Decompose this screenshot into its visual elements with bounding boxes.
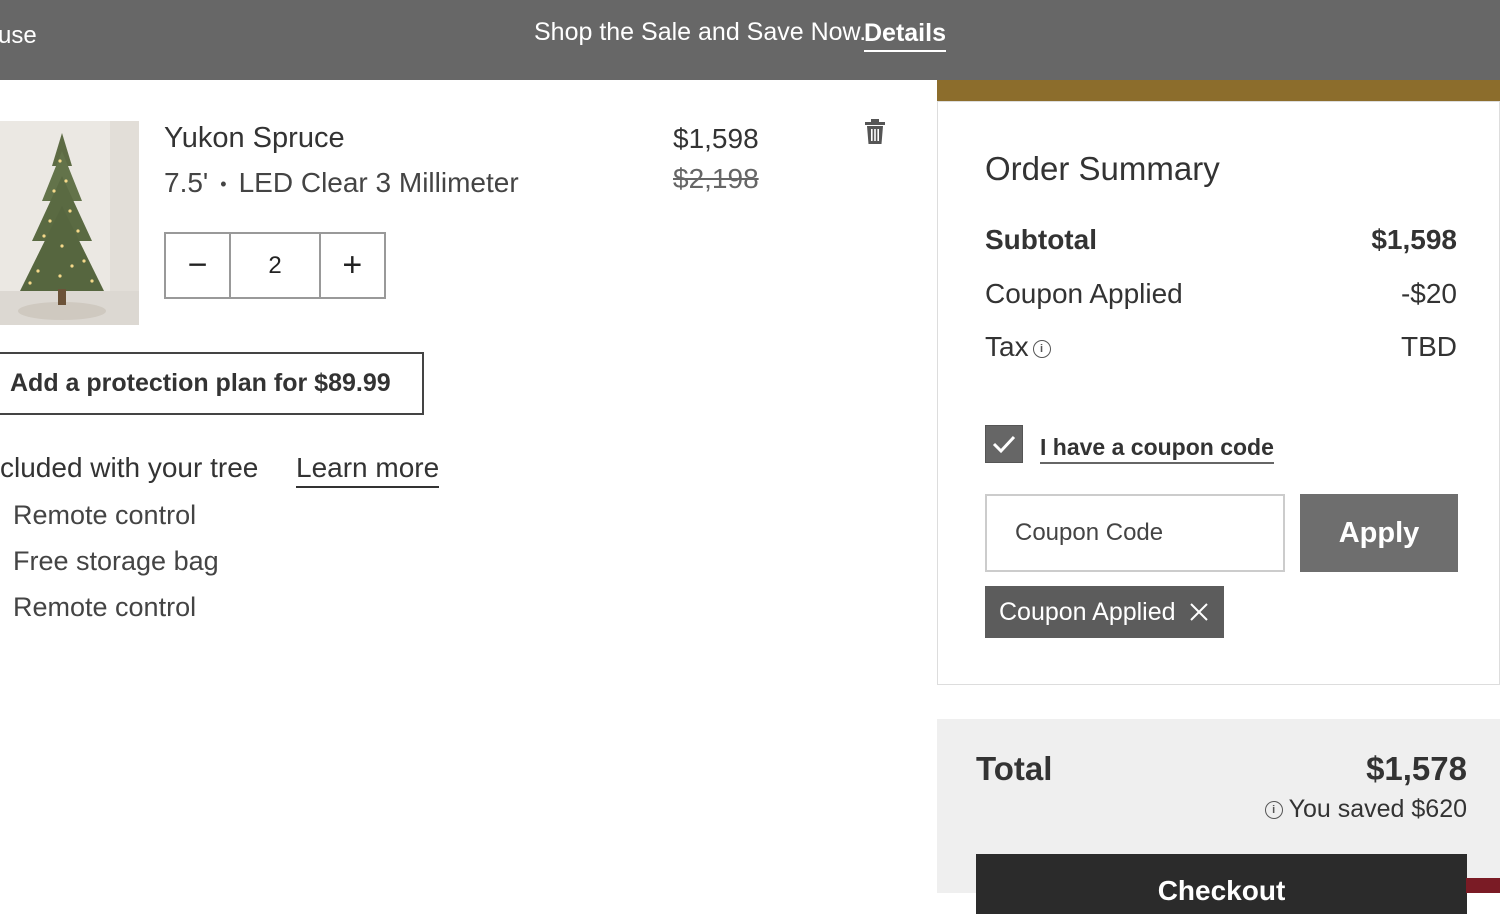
tax-value: TBD [1401, 331, 1457, 362]
promo-banner: use Shop the Sale and Save Now. Details [0, 0, 1500, 80]
list-item: Remote control [13, 500, 197, 530]
increment-button[interactable]: + [321, 234, 384, 297]
info-icon[interactable]: i [1264, 801, 1283, 820]
included-items-list: Remote control Free storage bag Remote c… [13, 497, 219, 635]
decrement-button[interactable]: − [166, 234, 229, 297]
order-summary-title: Order Summary [985, 150, 1220, 187]
promo-left-text[interactable]: use [0, 22, 37, 50]
coupon-code-input[interactable] [985, 494, 1285, 572]
list-item: Free storage bag [13, 546, 219, 576]
coupon-applied-chip: Coupon Applied [985, 586, 1224, 638]
coupon-checkbox-label[interactable]: I have a coupon code [1040, 434, 1274, 464]
variant-height: 7.5' [164, 167, 209, 198]
product-original-price: $2,198 [673, 163, 759, 194]
product-price: $1,598 [673, 123, 759, 154]
product-name[interactable]: Yukon Spruce [164, 122, 345, 155]
edge-accent [1466, 878, 1500, 893]
christmas-tree-image [0, 121, 139, 325]
list-item: Remote control [13, 592, 197, 622]
savings-text: You saved $620 [1288, 795, 1467, 823]
coupon-chip-label: Coupon Applied [999, 597, 1176, 626]
summary-accent-bar [937, 80, 1500, 101]
remove-item-button[interactable] [862, 118, 888, 146]
coupon-checkbox[interactable] [985, 425, 1023, 463]
quantity-stepper: − 2 + [164, 232, 386, 299]
tax-label: Tax i [985, 331, 1051, 363]
promo-message: Shop the Sale and Save Now. [534, 18, 867, 46]
product-image[interactable] [0, 121, 139, 325]
promo-details-link[interactable]: Details [864, 19, 946, 52]
variant-separator: • [220, 174, 227, 195]
quantity-value[interactable]: 2 [229, 234, 321, 297]
subtotal-value: $1,598 [1371, 224, 1457, 255]
total-label: Total [976, 750, 1053, 787]
savings-note: i You saved $620 [1261, 795, 1467, 824]
coupon-applied-value: -$20 [1400, 278, 1457, 309]
subtotal-label: Subtotal [985, 224, 1097, 255]
close-icon[interactable] [1188, 601, 1210, 623]
learn-more-link[interactable]: Learn more [296, 452, 440, 488]
product-variant: 7.5' • LED Clear 3 Millimeter [164, 167, 519, 199]
variant-lights: LED Clear 3 Millimeter [238, 167, 519, 198]
checkmark-icon [992, 435, 1016, 454]
trash-icon [865, 119, 885, 144]
total-value: $1,578 [1366, 750, 1467, 787]
tax-label-text: Tax [985, 331, 1029, 362]
checkout-button[interactable]: Checkout [976, 854, 1467, 914]
info-icon[interactable]: i [1032, 339, 1051, 358]
apply-coupon-button[interactable]: Apply [1300, 494, 1458, 572]
included-heading: cluded with your tree [0, 452, 259, 483]
add-protection-plan-button[interactable]: Add a protection plan for $89.99 [0, 352, 424, 415]
coupon-applied-label: Coupon Applied [985, 278, 1183, 309]
